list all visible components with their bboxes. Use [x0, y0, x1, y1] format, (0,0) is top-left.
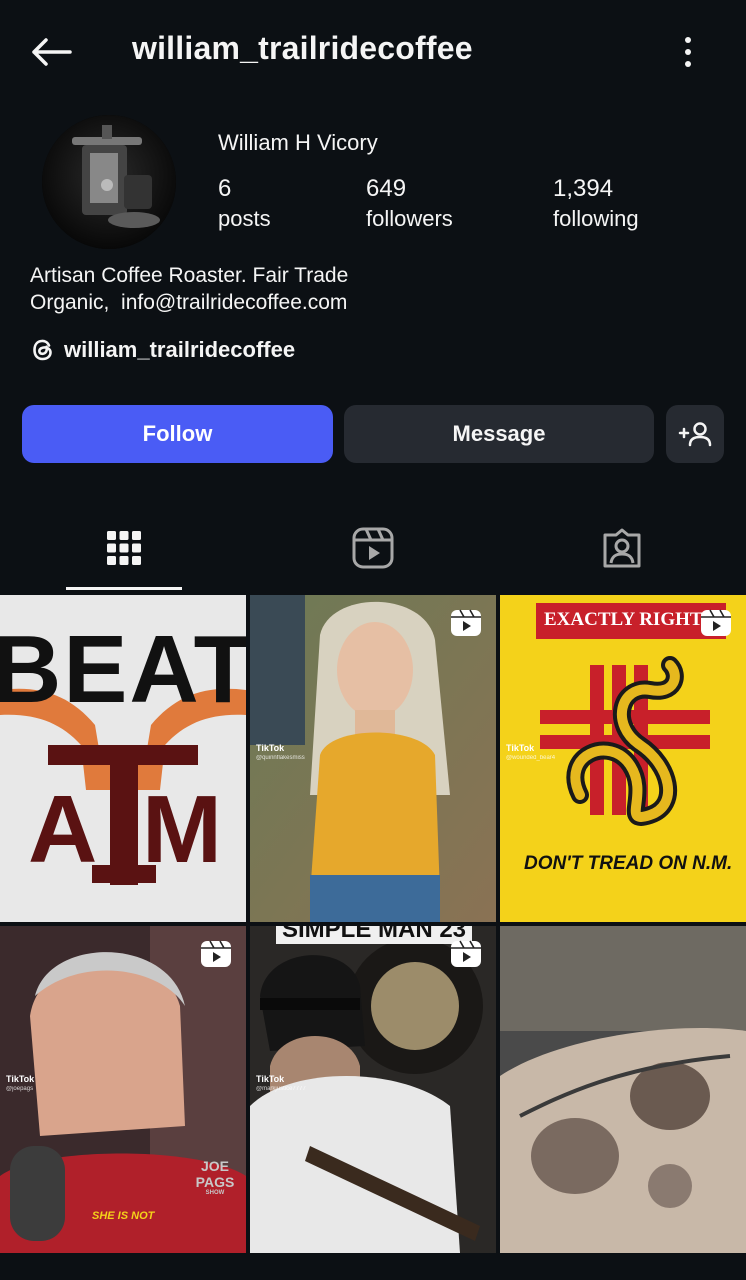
tab-tagged[interactable] — [498, 505, 746, 591]
reel-badge — [450, 609, 482, 637]
post-thumbnail[interactable] — [500, 926, 746, 1253]
posts-count: 6 — [218, 175, 232, 202]
threads-icon — [33, 339, 52, 361]
post-thumbnail[interactable]: SIMPLE MAN 23 TikTok @markjustice7777 — [250, 926, 496, 1253]
bio-line: Artisan Coffee Roaster. Fair Trade — [30, 264, 349, 287]
threads-handle: william_trailridecoffee — [64, 337, 296, 362]
following-label: following — [553, 206, 639, 231]
tiktok-watermark: TikTok @joepags — [6, 1074, 34, 1094]
post-thumbnail[interactable]: TikTok @quinnflakesmiss — [250, 595, 496, 922]
post-thumbnail[interactable]: BEAT A M — [0, 595, 246, 922]
following-stat[interactable]: 1,394 following — [553, 174, 639, 234]
tiktok-label: TikTok — [6, 1074, 35, 1084]
post-top-text: SIMPLE MAN 23 — [276, 926, 473, 944]
reels-icon — [701, 609, 731, 636]
posts-stat: 6 posts — [218, 174, 271, 234]
reel-badge — [700, 609, 732, 637]
post-thumbnail[interactable]: JOE PAGS SHOW SHE IS NOT TikTok @joepags — [0, 926, 246, 1253]
tiktok-watermark: TikTok @markjustice7777 — [256, 1074, 306, 1094]
reels-icon — [451, 940, 481, 967]
follow-button[interactable]: Follow — [22, 405, 333, 463]
add-person-icon — [678, 422, 712, 447]
top-bar: william_trailridecoffee — [0, 0, 746, 100]
tiktok-handle: @markjustice7777 — [256, 1086, 306, 1092]
profile-username: william_trailridecoffee — [132, 30, 473, 66]
tiktok-label: TikTok — [506, 743, 535, 753]
reels-icon — [201, 940, 231, 967]
message-button[interactable]: Message — [344, 405, 654, 463]
following-count: 1,394 — [553, 175, 614, 202]
post-text: A — [28, 776, 98, 883]
post-text: M — [142, 776, 222, 883]
followers-count: 649 — [366, 175, 407, 202]
reel-badge — [200, 940, 232, 968]
back-button[interactable] — [28, 32, 74, 72]
profile-bio: Artisan Coffee Roaster. Fair Trade Organ… — [30, 262, 348, 316]
threads-link[interactable]: william_trailridecoffee — [30, 336, 295, 364]
tab-reels[interactable] — [249, 505, 497, 591]
tiktok-handle: @joepags — [6, 1086, 34, 1092]
reels-icon — [451, 609, 481, 636]
tiktok-label: TikTok — [256, 1074, 285, 1084]
post-logo: JOE PAGS — [195, 1158, 235, 1190]
post-logo-sub: SHOW — [205, 1190, 225, 1196]
post-caption: DON'T TREAD ON N.M. — [524, 853, 733, 874]
tiktok-watermark: TikTok @quinnflakesmiss — [256, 743, 305, 763]
profile-tabs — [0, 505, 746, 591]
followers-stat[interactable]: 649 followers — [366, 174, 453, 234]
post-logo-text: JOE PAGS SHOW — [184, 1158, 246, 1196]
tab-posts-grid[interactable] — [0, 505, 248, 591]
profile-avatar[interactable] — [42, 115, 176, 249]
tiktok-watermark: TikTok @wounded_bear4 — [506, 743, 555, 763]
post-caption: SHE IS NOT — [92, 1210, 155, 1222]
more-vertical-icon — [685, 37, 691, 67]
tiktok-handle: @quinnflakesmiss — [256, 755, 305, 761]
reel-badge — [450, 940, 482, 968]
followers-label: followers — [366, 206, 453, 231]
active-tab-indicator — [66, 587, 182, 590]
arrow-left-icon — [32, 38, 72, 66]
tagged-icon — [603, 528, 641, 568]
suggested-accounts-button[interactable] — [666, 405, 724, 463]
bio-line: Organic, info@trailridecoffee.com — [30, 291, 348, 314]
more-options-button[interactable] — [668, 32, 708, 72]
grid-icon — [107, 531, 141, 565]
profile-full-name: William H Vicory — [218, 130, 378, 155]
tiktok-label: TikTok — [256, 743, 285, 753]
tiktok-handle: @wounded_bear4 — [506, 755, 556, 761]
post-thumbnail[interactable]: EXACTLY RIGHT DON'T TREAD ON N.M. TikTok… — [500, 595, 746, 922]
post-banner-text: EXACTLY RIGHT — [544, 609, 703, 630]
posts-label: posts — [218, 206, 271, 231]
post-text: BEAT — [0, 616, 246, 723]
reels-icon — [352, 527, 394, 569]
